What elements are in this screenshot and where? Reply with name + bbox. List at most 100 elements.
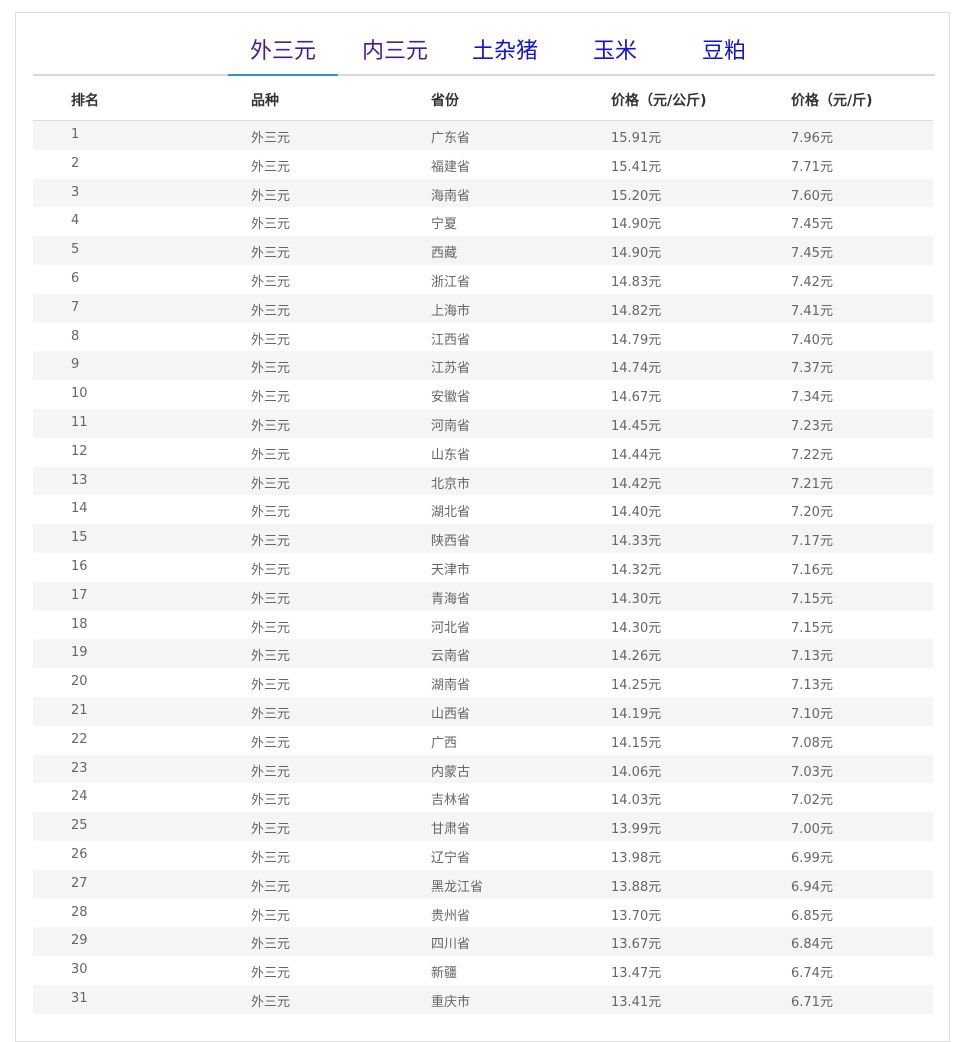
table-row: 25 外三元 甘肃省 13.99元 7.00元 <box>33 812 933 841</box>
table-row: 22 外三元 广西 14.15元 7.08元 <box>33 726 933 755</box>
cell-variety: 外三元 <box>251 217 291 233</box>
cell-rank: 16 <box>71 558 88 574</box>
cell-province: 河南省 <box>431 418 471 434</box>
cell-price-jin: 7.41元 <box>791 303 833 319</box>
cell-variety: 外三元 <box>251 159 291 175</box>
table-row: 6 外三元 浙江省 14.83元 7.42元 <box>33 265 933 294</box>
cell-variety: 外三元 <box>251 505 291 521</box>
cell-price-jin: 7.60元 <box>791 188 833 204</box>
cell-province: 广西 <box>431 735 458 751</box>
table-row: 29 外三元 四川省 13.67元 6.84元 <box>33 927 933 957</box>
table-row: 24 外三元 吉林省 14.03元 7.02元 <box>33 783 933 812</box>
cell-variety: 外三元 <box>251 246 291 262</box>
cell-variety: 外三元 <box>251 332 291 348</box>
cell-price-kg: 14.06元 <box>611 764 662 780</box>
cell-rank: 17 <box>71 587 88 603</box>
cell-price-kg: 13.88元 <box>611 879 662 895</box>
cell-price-kg: 13.47元 <box>611 966 662 982</box>
tab-nei-san-yuan[interactable]: 内三元 <box>340 36 450 72</box>
price-ranking-table: 排名 品种 省份 价格（元/公斤) 价格（元/斤) 1 外三元 广东省 15.91元 7… <box>33 80 933 1014</box>
cell-rank: 23 <box>71 760 88 776</box>
header-province: 省份 <box>431 93 459 109</box>
cell-price-jin: 6.84元 <box>791 937 833 953</box>
cell-variety: 外三元 <box>251 678 291 694</box>
tab-corn[interactable]: 玉米 <box>560 36 670 72</box>
cell-price-kg: 14.19元 <box>611 706 662 722</box>
table-row: 10 外三元 安徽省 14.67元 7.34元 <box>33 380 933 409</box>
cell-variety: 外三元 <box>251 735 291 751</box>
cell-variety: 外三元 <box>251 303 291 319</box>
cell-price-kg: 14.90元 <box>611 217 662 233</box>
cell-price-jin: 7.45元 <box>791 217 833 233</box>
cell-price-jin: 6.85元 <box>791 908 833 924</box>
cell-province: 宁夏 <box>431 217 458 233</box>
cell-price-jin: 7.40元 <box>791 332 833 348</box>
cell-province: 浙江省 <box>431 274 471 290</box>
cell-rank: 6 <box>71 270 80 286</box>
table-row: 19 外三元 云南省 14.26元 7.13元 <box>33 639 933 669</box>
cell-price-jin: 6.71元 <box>791 994 833 1010</box>
cell-rank: 14 <box>71 501 88 517</box>
table-row: 2 外三元 福建省 15.41元 7.71元 <box>33 150 933 179</box>
cell-rank: 26 <box>71 846 88 862</box>
cell-price-kg: 14.67元 <box>611 390 662 406</box>
table-row: 31 外三元 重庆市 13.41元 6.71元 <box>33 984 933 1014</box>
cell-rank: 19 <box>71 645 88 661</box>
cell-variety: 外三元 <box>251 793 291 809</box>
cell-price-kg: 13.99元 <box>611 822 662 838</box>
cell-price-kg: 13.67元 <box>611 937 662 953</box>
table-row: 28 外三元 贵州省 13.70元 6.85元 <box>33 899 933 928</box>
cell-price-kg: 14.30元 <box>611 620 662 636</box>
cell-price-kg: 14.32元 <box>611 562 662 578</box>
cell-province: 上海市 <box>431 303 471 319</box>
cell-rank: 2 <box>71 155 80 171</box>
cell-rank: 5 <box>71 242 80 258</box>
cell-rank: 20 <box>71 674 88 690</box>
cell-variety: 外三元 <box>251 764 291 780</box>
table-row: 14 外三元 湖北省 14.40元 7.20元 <box>33 495 933 524</box>
cell-price-kg: 14.79元 <box>611 332 662 348</box>
cell-variety: 外三元 <box>251 994 291 1010</box>
cell-variety: 外三元 <box>251 822 291 838</box>
cell-variety: 外三元 <box>251 476 291 492</box>
cell-variety: 外三元 <box>251 562 291 578</box>
cell-price-kg: 14.26元 <box>611 649 662 665</box>
cell-rank: 11 <box>71 414 88 430</box>
cell-price-kg: 14.25元 <box>611 678 662 694</box>
table-row: 21 外三元 山西省 14.19元 7.10元 <box>33 696 933 726</box>
table-row: 26 外三元 辽宁省 13.98元 6.99元 <box>33 841 933 870</box>
cell-rank: 3 <box>71 184 80 200</box>
cell-price-jin: 7.00元 <box>791 822 833 838</box>
table-row: 23 外三元 内蒙古 14.06元 7.03元 <box>33 754 933 784</box>
cell-variety: 外三元 <box>251 534 291 550</box>
tab-wai-san-yuan[interactable]: 外三元 <box>228 36 338 76</box>
cell-price-kg: 14.30元 <box>611 591 662 607</box>
cell-province: 贵州省 <box>431 908 471 924</box>
cell-variety: 外三元 <box>251 418 291 434</box>
cell-variety: 外三元 <box>251 937 291 953</box>
cell-rank: 7 <box>71 299 80 315</box>
cell-variety: 外三元 <box>251 850 291 866</box>
cell-price-jin: 7.23元 <box>791 418 833 434</box>
cell-rank: 18 <box>71 616 88 632</box>
cell-price-jin: 7.16元 <box>791 562 833 578</box>
cell-province: 四川省 <box>431 937 471 953</box>
cell-price-jin: 7.21元 <box>791 476 833 492</box>
cell-price-jin: 7.71元 <box>791 159 833 175</box>
cell-price-jin: 7.13元 <box>791 649 833 665</box>
cell-price-jin: 7.02元 <box>791 793 833 809</box>
cell-variety: 外三元 <box>251 649 291 665</box>
tab-soybean-meal[interactable]: 豆粕 <box>669 36 779 72</box>
cell-variety: 外三元 <box>251 620 291 636</box>
cell-price-jin: 7.42元 <box>791 274 833 290</box>
cell-province: 江西省 <box>431 332 471 348</box>
cell-rank: 8 <box>71 328 80 344</box>
header-price-per-kg: 价格（元/公斤) <box>611 93 707 109</box>
table-row: 1 外三元 广东省 15.91元 7.96元 <box>33 121 933 150</box>
table-row: 17 外三元 青海省 14.30元 7.15元 <box>33 581 933 611</box>
cell-province: 黑龙江省 <box>431 879 484 895</box>
cell-province: 北京市 <box>431 476 471 492</box>
cell-rank: 31 <box>71 990 88 1006</box>
tab-tu-za-zhu[interactable]: 土杂猪 <box>450 36 560 72</box>
cell-rank: 24 <box>71 789 88 805</box>
